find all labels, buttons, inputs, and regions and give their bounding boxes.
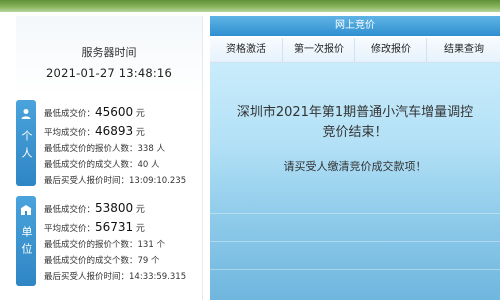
company-min-price-label: 最低成交价： — [44, 205, 96, 215]
personal-bidders-label: 最低成交价的报价人数： — [44, 144, 138, 154]
company-icon — [20, 204, 32, 216]
personal-last-time-label: 最后买受人报价时间： — [44, 176, 130, 186]
personal-winners-value: 40 人 — [137, 160, 160, 170]
personal-avg-price-unit: 元 — [135, 128, 145, 138]
personal-last-time-value: 13:09:10.235 — [129, 176, 187, 186]
sea-horizon — [210, 213, 500, 214]
company-min-price-value: 53800 — [95, 201, 134, 215]
company-last-time-value: 14:33:59.315 — [129, 272, 187, 282]
personal-min-price-value: 45600 — [95, 105, 134, 119]
server-time-value: 2021-01-27 13:48:16 — [46, 66, 172, 80]
tab-first-bid[interactable]: 第一次报价 — [282, 38, 355, 62]
company-winners-value: 79 个 — [137, 256, 160, 266]
company-bidders-label: 最低成交价的报价个数： — [44, 240, 138, 250]
company-avg-price-value: 56731 — [95, 220, 134, 234]
personal-min-price-unit: 元 — [135, 109, 145, 119]
bidding-end-line2: 竞价结束！ — [322, 125, 388, 140]
bidding-header: 网上竞价 — [210, 16, 500, 36]
bidding-content: 深圳市2021年第1期普通小汽车增量调控 竞价结束！ 请买受人缴清竞价成交款项！ — [210, 63, 500, 300]
bidding-end-line1: 深圳市2021年第1期普通小汽车增量调控 — [236, 105, 474, 120]
company-min-price-unit: 元 — [135, 205, 145, 215]
person-icon — [20, 108, 32, 120]
company-avg-price-label: 平均成交价： — [44, 224, 96, 234]
company-stats: 最低成交价：53800 元 平均成交价：56731 元 最低成交价的报价个数：1… — [40, 196, 206, 286]
personal-category-tab[interactable]: 个人 — [16, 100, 36, 186]
personal-stats: 最低成交价：45600 元 平均成交价：46893 元 最低成交价的报价人数：3… — [40, 100, 206, 186]
bidding-end-message: 深圳市2021年第1期普通小汽车增量调控 竞价结束！ — [210, 103, 500, 143]
sea-wave-line — [210, 269, 500, 270]
company-avg-price-unit: 元 — [135, 224, 145, 234]
tab-result-query[interactable]: 结果查询 — [426, 38, 500, 62]
company-tab-label: 单位 — [20, 226, 33, 260]
company-last-time-label: 最后买受人报价时间： — [44, 272, 130, 282]
personal-avg-price-label: 平均成交价： — [44, 128, 96, 138]
server-time-panel: 服务器时间 2021-01-27 13:48:16 — [16, 16, 202, 96]
company-winners-label: 最低成交价的成交个数： — [44, 256, 138, 266]
personal-avg-price-value: 46893 — [95, 124, 134, 138]
company-bidders-value: 131 个 — [137, 240, 165, 250]
personal-winners-label: 最低成交价的成交人数： — [44, 160, 138, 170]
tab-qualification-activation[interactable]: 资格激活 — [210, 38, 282, 62]
tab-modify-bid[interactable]: 修改报价 — [354, 38, 427, 62]
server-time-label: 服务器时间 — [81, 46, 137, 59]
company-category-tab[interactable]: 单位 — [16, 196, 36, 286]
bidding-tabs: 资格激活 第一次报价 修改报价 结果查询 — [210, 38, 500, 63]
personal-bidders-value: 338 人 — [137, 144, 165, 154]
personal-tab-label: 个人 — [20, 130, 33, 164]
sea-wave-line — [210, 241, 500, 242]
top-banner — [0, 0, 500, 12]
payment-notice: 请买受人缴清竞价成交款项！ — [283, 160, 427, 173]
personal-min-price-label: 最低成交价： — [44, 109, 96, 119]
